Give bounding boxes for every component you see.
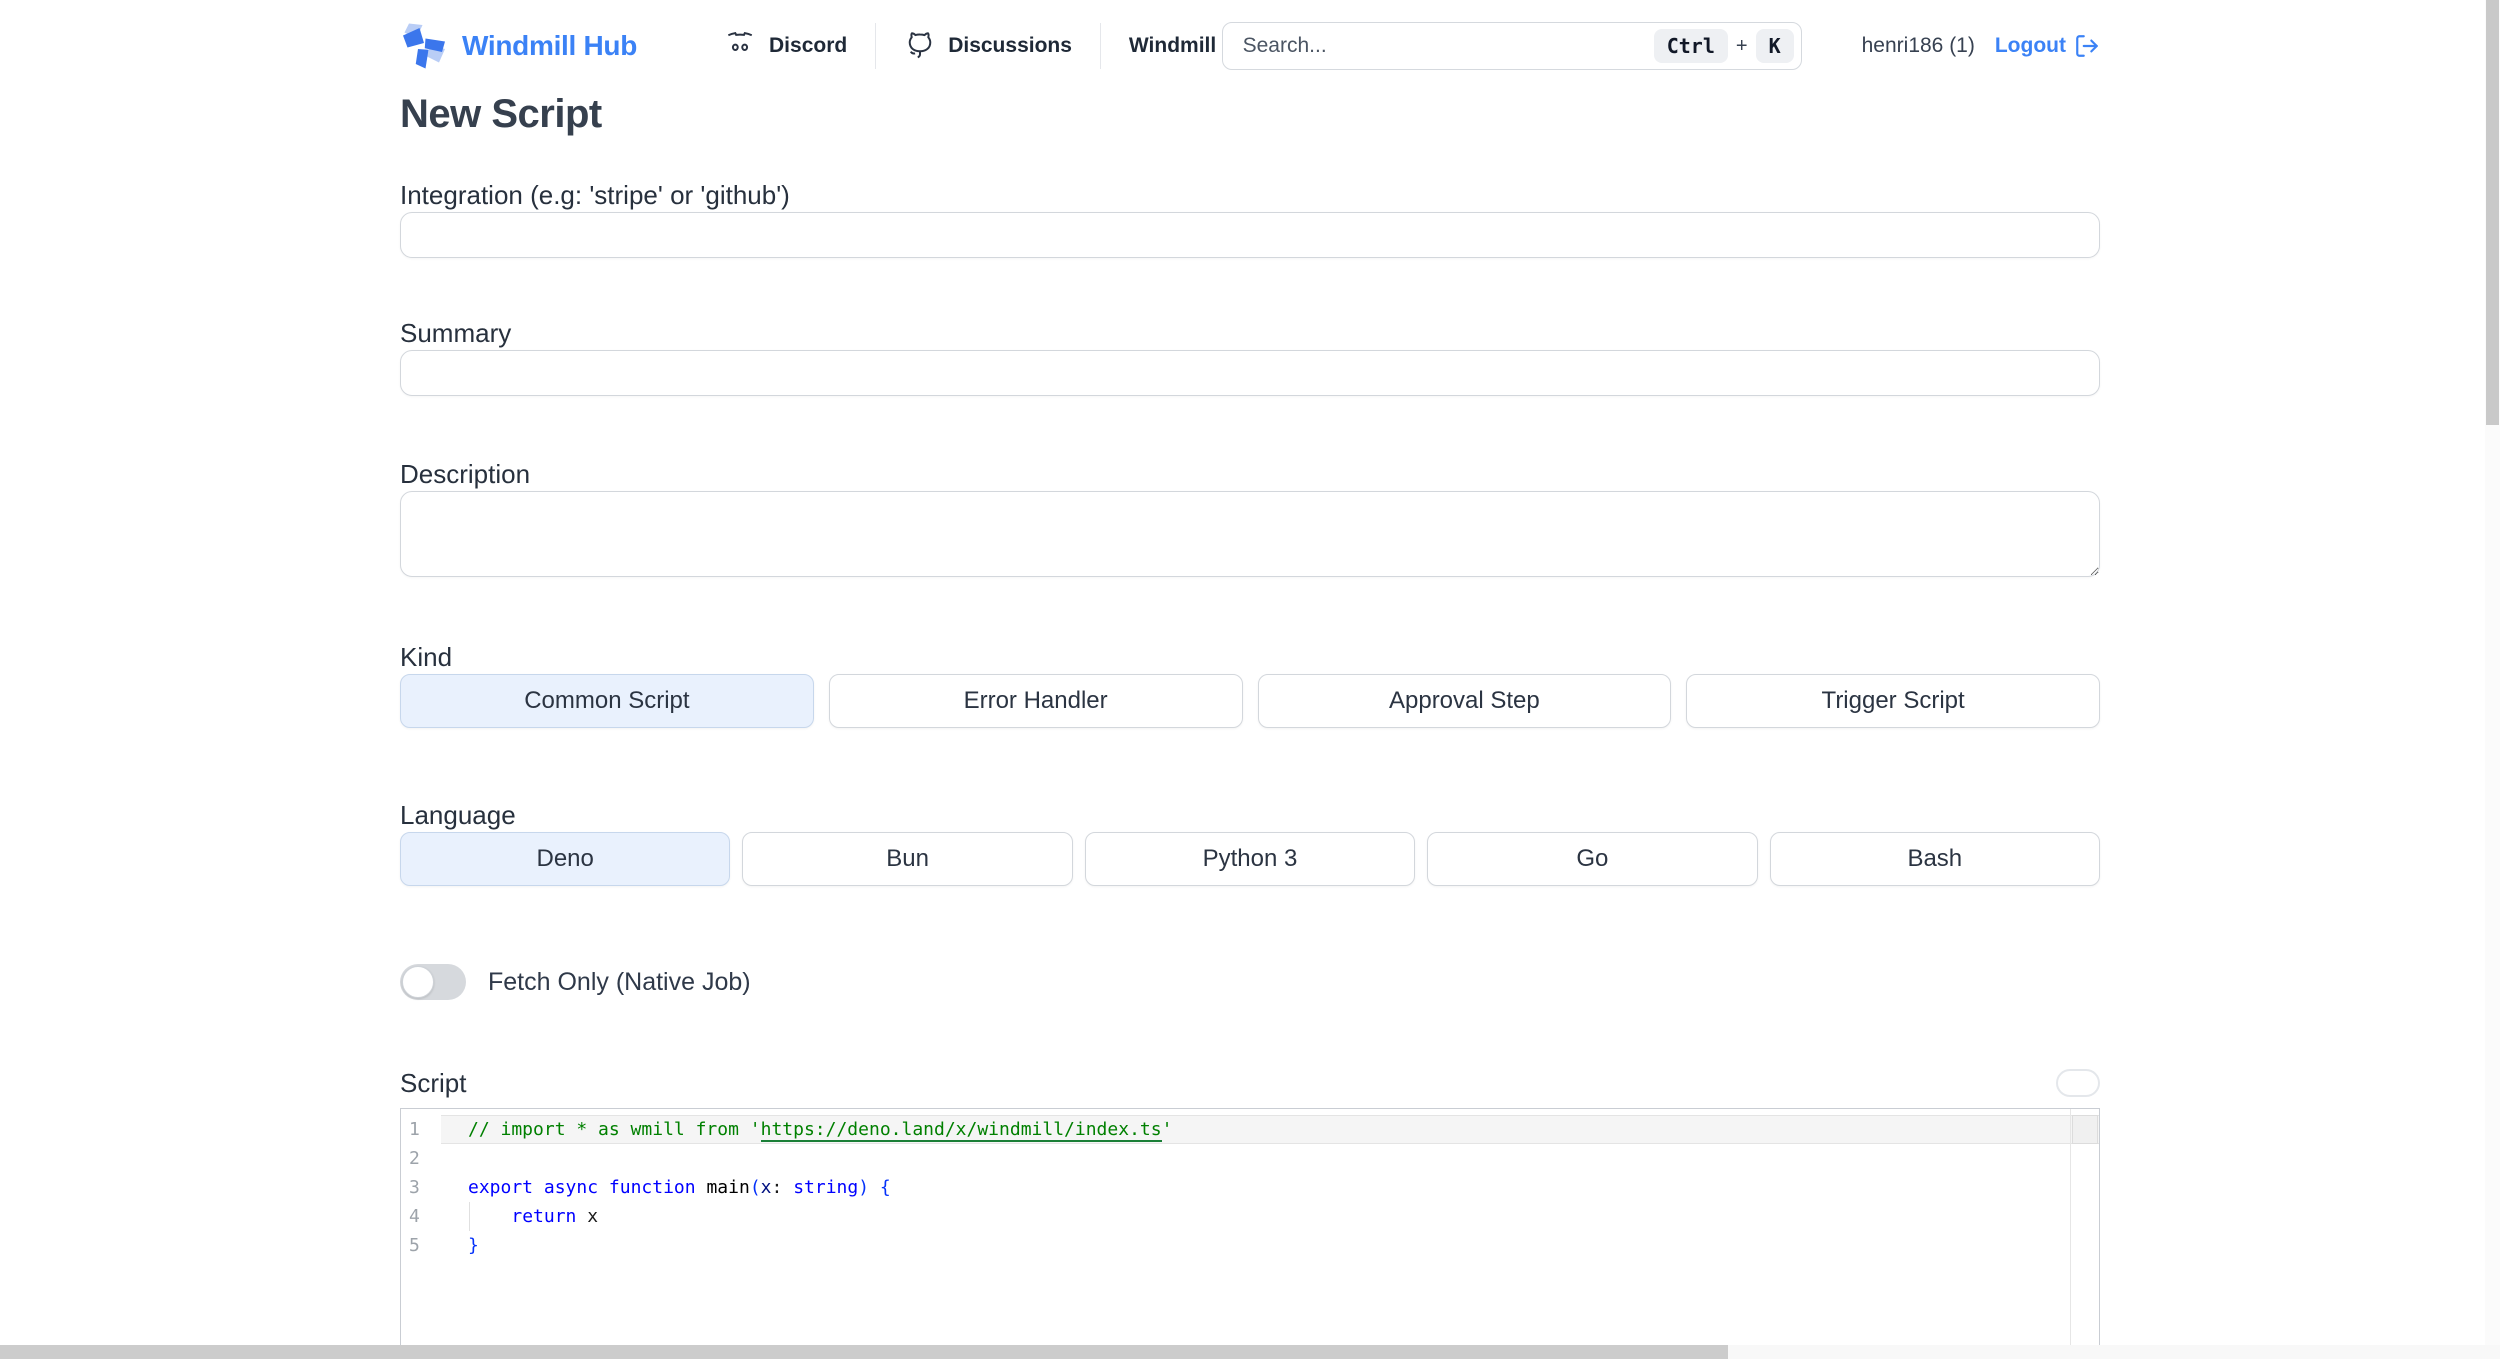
nav-divider bbox=[1099, 23, 1101, 69]
kbd-ctrl: Ctrl bbox=[1653, 29, 1728, 63]
fetch-only-toggle[interactable] bbox=[400, 964, 466, 1000]
line-number: 3 bbox=[409, 1177, 420, 1198]
kind-button-group: Common Script Error Handler Approval Step T… bbox=[400, 674, 2100, 728]
username-label: henri186 (1) bbox=[1861, 34, 1975, 57]
ruler-marker bbox=[2072, 1115, 2098, 1144]
code-line: // import * as wmill from 'https://deno.… bbox=[468, 1119, 1173, 1142]
code-line: export async function main(x: string) { bbox=[468, 1177, 891, 1198]
overview-ruler bbox=[2070, 1109, 2099, 1359]
summary-label: Summary bbox=[400, 318, 512, 348]
code-line: } bbox=[468, 1235, 479, 1256]
script-label-row: Script bbox=[400, 1066, 2100, 1100]
language-option-deno[interactable]: Deno bbox=[400, 832, 731, 886]
code-content: // import * as wmill from 'https://deno.… bbox=[468, 1115, 2069, 1260]
kind-option-approval-step[interactable]: Approval Step bbox=[1257, 674, 1672, 728]
header-nav: Discord Discussions Windmill bbox=[723, 23, 1216, 69]
toggle-knob bbox=[402, 966, 434, 998]
nav-windmill-label: Windmill bbox=[1128, 34, 1217, 57]
language-label: Language bbox=[400, 800, 516, 830]
summary-input[interactable] bbox=[400, 350, 2100, 396]
horizontal-scrollbar-thumb[interactable] bbox=[0, 1345, 1728, 1359]
kbd-k: K bbox=[1755, 29, 1794, 63]
line-number-gutter: 1 2 3 4 5 bbox=[401, 1115, 465, 1260]
description-textarea[interactable] bbox=[400, 491, 2100, 577]
language-option-go[interactable]: Go bbox=[1427, 832, 1758, 886]
page-container: Windmill Hub Discord Discussions Windmil… bbox=[400, 0, 2100, 1359]
brand-home-link[interactable]: Windmill Hub bbox=[400, 22, 637, 70]
line-number: 5 bbox=[409, 1235, 420, 1256]
code-line: return x bbox=[511, 1206, 599, 1227]
windmill-logo-icon bbox=[403, 23, 445, 69]
line-number: 4 bbox=[409, 1206, 420, 1227]
vertical-scrollbar-thumb[interactable] bbox=[2486, 0, 2499, 425]
kind-option-trigger-script[interactable]: Trigger Script bbox=[1686, 674, 2100, 728]
language-button-group: Deno Bun Python 3 Go Bash bbox=[400, 832, 2100, 886]
logout-icon bbox=[2076, 35, 2098, 57]
nav-discord-label: Discord bbox=[769, 34, 848, 57]
language-option-bun[interactable]: Bun bbox=[742, 832, 1073, 886]
integration-input[interactable] bbox=[400, 212, 2100, 258]
kbd-plus: + bbox=[1735, 34, 1748, 57]
nav-discussions[interactable]: Discussions bbox=[904, 30, 1072, 62]
code-editor[interactable]: 1 2 3 4 5 // import * as wmill from 'https:/… bbox=[400, 1108, 2100, 1359]
indent-guide bbox=[469, 1202, 470, 1231]
horizontal-scrollbar bbox=[0, 1345, 2500, 1359]
logout-label: Logout bbox=[1994, 34, 2066, 57]
script-label: Script bbox=[400, 1068, 467, 1098]
editor-mini-toggle[interactable] bbox=[2056, 1069, 2100, 1097]
github-discussions-icon bbox=[908, 32, 932, 59]
discord-icon bbox=[727, 32, 753, 51]
logout-link[interactable]: Logout bbox=[1995, 33, 2100, 59]
kind-option-common-script[interactable]: Common Script bbox=[400, 674, 814, 728]
nav-discord[interactable]: Discord bbox=[723, 29, 847, 63]
fetch-only-row: Fetch Only (Native Job) bbox=[400, 964, 2100, 1000]
brand-title: Windmill Hub bbox=[462, 30, 638, 61]
vertical-scrollbar bbox=[2485, 0, 2500, 1359]
description-label: Description bbox=[400, 459, 531, 489]
nav-divider bbox=[875, 23, 877, 69]
search-box: Ctrl + K bbox=[1221, 22, 1802, 70]
kind-label: Kind bbox=[400, 642, 453, 672]
line-number: 1 bbox=[409, 1119, 420, 1140]
page-title: New Script bbox=[400, 92, 602, 136]
line-number: 2 bbox=[409, 1148, 420, 1169]
search-input[interactable] bbox=[1242, 34, 1654, 58]
nav-discussions-label: Discussions bbox=[948, 34, 1072, 57]
nav-windmill[interactable]: Windmill bbox=[1129, 34, 1216, 58]
language-option-bash[interactable]: Bash bbox=[1769, 832, 2100, 886]
kind-option-error-handler[interactable]: Error Handler bbox=[828, 674, 1243, 728]
integration-label: Integration (e.g: 'stripe' or 'github') bbox=[400, 180, 790, 210]
fetch-only-label: Fetch Only (Native Job) bbox=[488, 967, 751, 996]
language-option-python-3[interactable]: Python 3 bbox=[1084, 832, 1416, 886]
header: Windmill Hub Discord Discussions Windmil… bbox=[400, 0, 2100, 92]
user-area: henri186 (1) Logout bbox=[1862, 33, 2100, 59]
